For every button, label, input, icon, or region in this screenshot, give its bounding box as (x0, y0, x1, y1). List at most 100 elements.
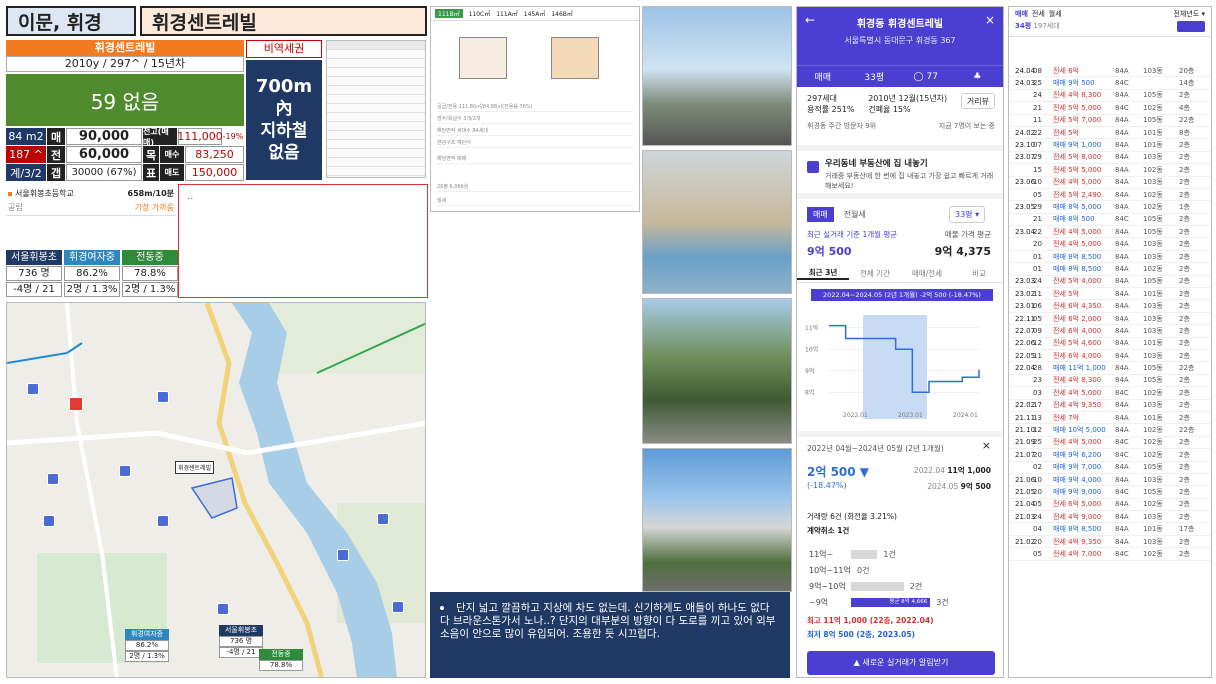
txn-row[interactable]: 24.03 25 매매 9억 500 84C 14층 (1009, 77, 1211, 90)
map-pin[interactable] (47, 473, 59, 485)
range-close-icon[interactable]: × (982, 439, 991, 452)
txn-row[interactable]: 05 전세 4억 7,000 84C 102동 2층 (1009, 548, 1211, 561)
nav-comments[interactable]: ◯ 77 (900, 72, 952, 82)
txn-building: 101동 (1143, 128, 1163, 137)
max-line: 최고 11억 1,000 (22층, 2022.04) (807, 615, 934, 626)
school-tile-1-v2: -4명 / 21 (6, 282, 62, 297)
txn-row[interactable]: 24.02 22 전세 5억 84A 101동 8층 (1009, 127, 1211, 140)
txn-row[interactable]: 21.04 05 전세 6억 5,000 84A 102동 2층 (1009, 499, 1211, 512)
txn-action-button[interactable] (1177, 21, 1205, 32)
price-chart[interactable]: 11억 10억 9억 8억 2022.01 2023.01 2024.01 (803, 299, 999, 423)
floor-tab-2[interactable]: 110C㎡ (469, 9, 491, 18)
txn-row[interactable]: 21.02 20 전세 4억 9,350 84A 103동 2층 (1009, 536, 1211, 549)
floor-tab-4[interactable]: 145A㎡ (524, 9, 546, 18)
school-link[interactable]: 가장 가까움 (135, 202, 174, 213)
period-tab-3[interactable]: 매매/전세 (901, 268, 953, 279)
txn-row[interactable]: 21 전세 5억 5,000 84C 102동 4층 (1009, 102, 1211, 115)
floor-tab-3[interactable]: 111A㎡ (496, 9, 518, 18)
alert-button[interactable]: ▲ 새로운 실거래가 알림받기 (807, 651, 995, 675)
txn-row[interactable]: 05 전세 5억 2,490 84A 102동 2층 (1009, 189, 1211, 202)
txn-row[interactable]: 23.03 24 전세 5억 4,000 84A 105동 2층 (1009, 276, 1211, 289)
txn-building: 103동 (1143, 537, 1163, 546)
txn-row[interactable]: 23.07 29 전세 5억 8,000 84A 103동 2층 (1009, 152, 1211, 165)
txn-area: 84A (1115, 314, 1129, 323)
map-pin[interactable] (377, 513, 389, 525)
school-tile-1: 서울휘봉초 736 명 -4명 / 21 (6, 250, 62, 297)
period-tab-4[interactable]: 비교 (953, 268, 1003, 279)
nav-size[interactable]: 33평 (849, 70, 901, 83)
period-tab-2[interactable]: 전체 기간 (849, 268, 901, 279)
txn-row[interactable]: 22.05 11 전세 6억 4,000 84A 103동 2층 (1009, 350, 1211, 363)
map-pin[interactable] (392, 601, 404, 613)
subway-line-2: 內 (275, 99, 293, 119)
txn-day: 28 (1033, 364, 1042, 373)
txn-row[interactable]: 24 전세 4억 8,300 84A 105동 2층 (1009, 90, 1211, 103)
map-complex-label[interactable]: 휘경센트레빌 (175, 461, 215, 474)
close-icon[interactable]: × (985, 13, 995, 27)
map-pin-selected[interactable] (69, 397, 83, 411)
txn-row[interactable]: 23.06 10 전세 4억 5,000 84A 103동 2층 (1009, 177, 1211, 189)
floor-tab-1[interactable]: 111B㎡ (435, 9, 463, 18)
txn-row[interactable]: 22.02 17 전세 4억 9,350 84A 103동 2층 (1009, 400, 1211, 412)
txn-size[interactable]: 34평 197세대 (1015, 21, 1060, 31)
txn-row[interactable]: 21.09 25 전세 4억 5,000 84C 102동 2층 (1009, 437, 1211, 450)
txn-tab-sale[interactable]: 매매 (1015, 9, 1028, 19)
txn-row[interactable]: 21.03 24 전세 4억 9,000 84A 103동 2층 (1009, 511, 1211, 524)
map-pin[interactable] (337, 549, 349, 561)
txn-row[interactable]: 21.10 12 매매 10억 5,000 84A 102동 22층 (1009, 424, 1211, 437)
txn-row[interactable]: 21 매매 8억 500 84C 105동 2층 (1009, 214, 1211, 227)
tab-jeonse[interactable]: 전월세 (838, 207, 872, 222)
distance-button[interactable]: 거리뷰 (960, 93, 995, 109)
txn-row[interactable]: 01 매매 8억 8,500 84A 102동 2층 (1009, 263, 1211, 276)
txn-row[interactable]: 21.06 10 매매 9억 4,000 84A 103동 2층 (1009, 474, 1211, 487)
txn-row[interactable]: 23.01 06 전세 6억 4,350 84A 103동 2층 (1009, 300, 1211, 313)
visitor-row[interactable]: 휘경동 주간 방문자 9위 지금 7명이 보는 중 (797, 121, 1003, 131)
txn-row[interactable]: 11 전세 5억 7,000 84A 105동 22층 (1009, 115, 1211, 127)
bell-icon[interactable]: ♣ (952, 72, 1004, 82)
txn-tab-monthly[interactable]: 월세 (1049, 9, 1062, 19)
app-info: 297세대 용적률 251% 2010년 12월(15년차) 건폐율 15% 거… (797, 93, 1003, 115)
txn-row[interactable]: 22.06 12 전세 5억 4,600 84A 101동 2층 (1009, 338, 1211, 350)
txn-row[interactable]: 24.04 08 전세 6억 84A 103동 20층 (1009, 65, 1211, 78)
txn-price: 전세 5억 (1053, 128, 1079, 137)
nav-sale[interactable]: 매매 (797, 70, 849, 83)
map-pin[interactable] (217, 603, 229, 615)
map-pin[interactable] (119, 465, 131, 477)
txn-row[interactable]: 21.07 20 매매 9억 6,200 84C 102동 2층 (1009, 449, 1211, 462)
txn-row[interactable]: 03 전세 4억 5,000 84C 102동 2층 (1009, 387, 1211, 400)
txn-row[interactable]: 01 매매 8억 8,500 84A 103동 2층 (1009, 251, 1211, 264)
map-pin[interactable] (27, 383, 39, 395)
map-pin[interactable] (43, 515, 55, 527)
map-pin[interactable] (157, 391, 169, 403)
period-tab-1[interactable]: 최근 3년 (797, 267, 849, 280)
promo-banner[interactable]: 우리동네 부동산에 집 내놓기 거래중 부동산에 한 번에 집 내놓고 가장 쉽… (797, 145, 1003, 199)
txn-row[interactable]: 22.04 28 매매 11억 1,000 84A 105동 22층 (1009, 362, 1211, 375)
floor-tab-5[interactable]: 146B㎡ (551, 9, 573, 18)
txn-row[interactable]: 22.07 09 전세 6억 4,000 84A 103동 2층 (1009, 325, 1211, 338)
txn-row[interactable]: 15 전세 5억 5,000 84A 102동 2층 (1009, 164, 1211, 177)
map-pin[interactable] (157, 515, 169, 527)
txn-row[interactable]: 20 전세 4억 5,000 84A 103동 2층 (1009, 238, 1211, 251)
txn-day: 12 (1033, 339, 1042, 348)
year-select[interactable]: 전체년도 ▾ (1173, 9, 1205, 19)
txn-row[interactable]: 22.11 05 전세 6억 2,000 84A 103동 2층 (1009, 313, 1211, 326)
txn-row[interactable]: 23.04 22 전세 4억 5,000 84A 105동 2층 (1009, 226, 1211, 239)
area-map[interactable]: 휘경센트레빌 휘경여자중 86.2% 2명 / 1.3% 서울휘봉초 736 명… (6, 302, 426, 678)
txn-month: 23.02 (1015, 289, 1036, 298)
txn-row[interactable]: 21.11 13 전세 7억 84A 101동 2층 (1009, 412, 1211, 425)
txn-row[interactable]: 02 매매 9억 7,000 84A 105동 2층 (1009, 462, 1211, 474)
chat-icon: ◯ (913, 71, 924, 82)
txn-row[interactable]: 23.05 29 매매 8억 5,000 84A 102동 1층 (1009, 201, 1211, 214)
floor-info-2: 방수/욕실수 3개/2개 (437, 115, 633, 124)
txn-row[interactable]: 23.02 11 전세 5억 84A 101동 2층 (1009, 288, 1211, 301)
tab-sale[interactable]: 매매 (807, 207, 834, 222)
size-select[interactable]: 33평 ▾ (949, 206, 986, 223)
txn-row[interactable]: 04 매매 8억 8,500 84A 101동 17층 (1009, 523, 1211, 536)
txn-row[interactable]: 23.10 07 매매 9억 1,000 84A 101동 2층 (1009, 139, 1211, 152)
txn-price: 전세 6억 2,000 (1053, 314, 1102, 323)
txn-month: 23.10 (1015, 141, 1036, 150)
txn-row[interactable]: 21.05 20 매매 9억 9,000 84C 105동 2층 (1009, 486, 1211, 499)
txn-row[interactable]: 23 전세 4억 8,300 84A 105동 2층 (1009, 375, 1211, 388)
txn-tab-jeonse[interactable]: 전세 (1032, 9, 1045, 19)
txn-month: 22.07 (1015, 326, 1036, 335)
